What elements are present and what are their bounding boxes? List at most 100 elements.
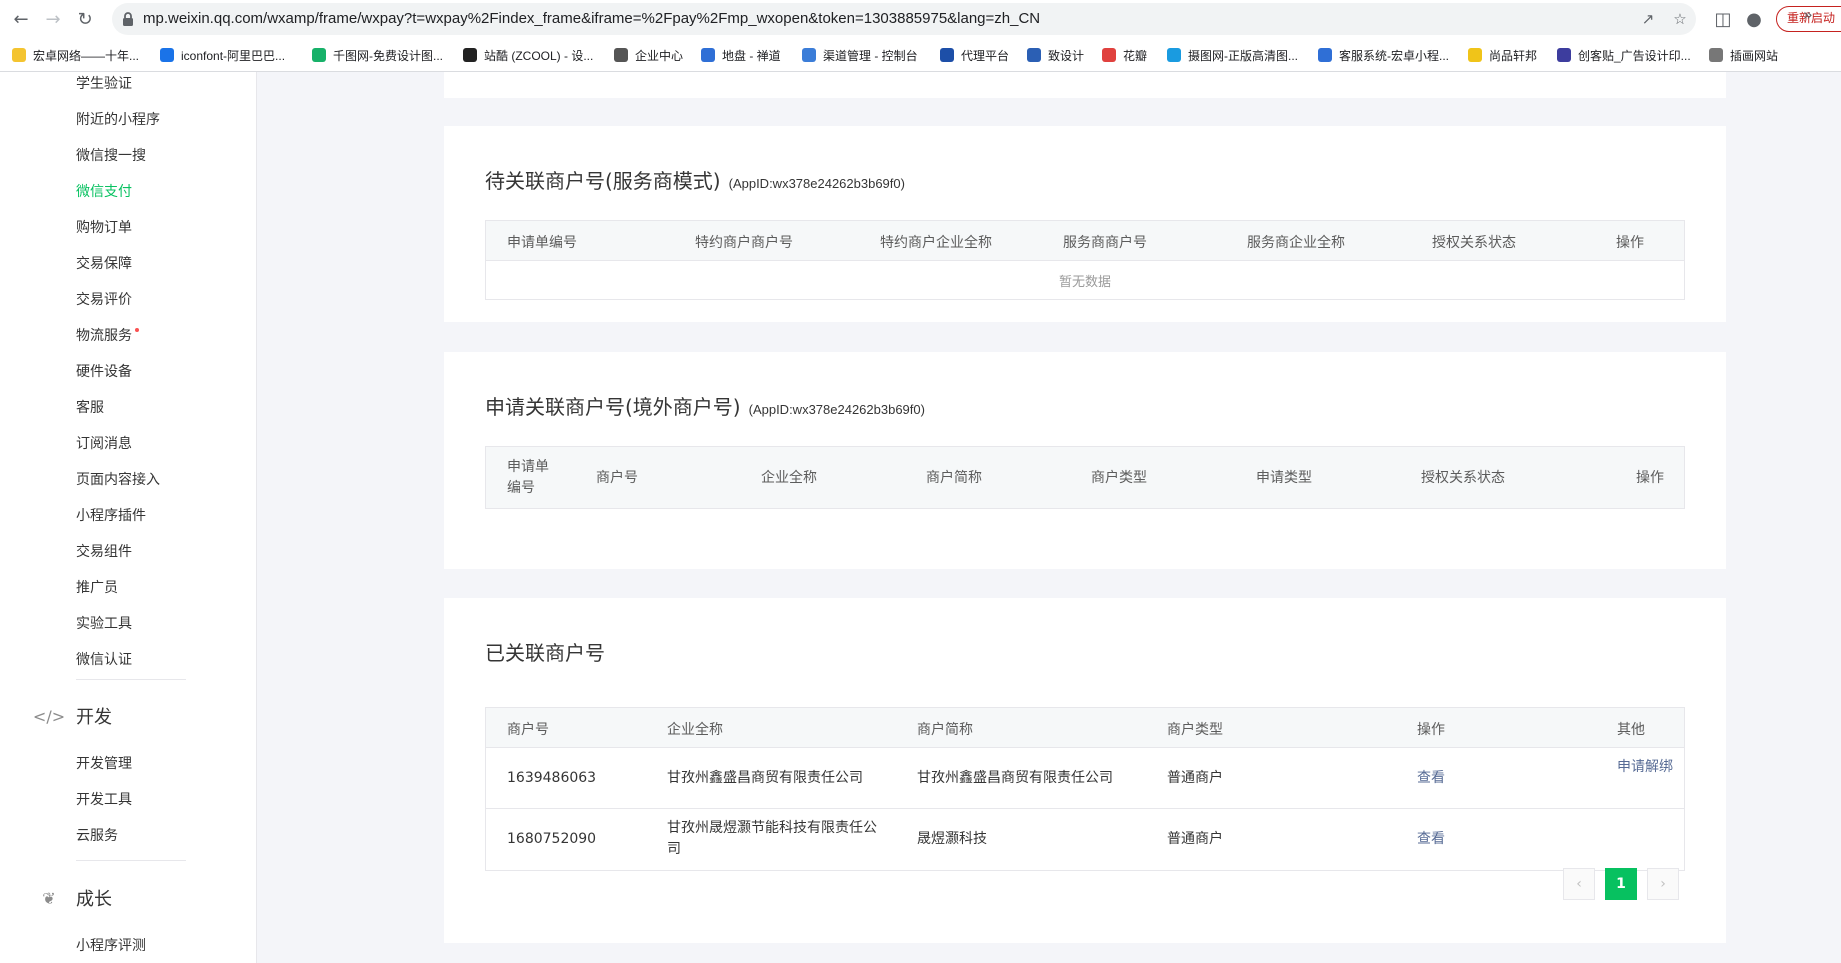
sidebar-item[interactable]: 微信搜一搜 [76,145,146,165]
table-header: 商户号 企业全称 商户简称 商户类型 操作 其他 [486,708,1684,748]
prev-page-button[interactable]: ‹ [1563,868,1595,900]
sidebar-item[interactable]: 客服 [76,397,104,417]
bookmark-item[interactable]: 致设计 [1027,47,1084,63]
overseas-panel: 申请关联商户号(境外商户号) (AppID:wx378e24262b3b69f0… [444,352,1726,569]
bookmark-item[interactable]: 花瓣 [1102,47,1147,63]
view-link[interactable]: 查看 [1417,829,1517,850]
column-header: 操作 [1636,470,1664,486]
sidebar-item-label: 学生验证 [76,76,132,92]
bookmark-favicon-icon [1318,48,1332,62]
bookmark-label: 尚品轩邦 [1489,48,1538,63]
star-icon[interactable]: ☆ [1672,11,1688,27]
bookmark-item[interactable]: 宏卓网络——十年... [12,47,139,63]
bookmark-favicon-icon [312,48,326,62]
bookmark-item[interactable]: 尚品轩邦 [1468,47,1537,63]
back-icon[interactable]: ← [8,6,34,32]
column-header: 操作 [1417,722,1445,738]
bookmark-item[interactable]: 千图网-免费设计图... [312,47,443,63]
sidebar-item-label: 购物订单 [76,220,132,236]
divider [76,860,186,861]
column-header: 其他 [1617,722,1645,738]
bookmark-favicon-icon [160,48,174,62]
sidebar-item[interactable]: 交易保障 [76,253,132,273]
bookmark-label: 宏卓网络——十年... [33,48,140,63]
column-header: 申请单编号 [507,235,577,251]
column-header: 服务商企业全称 [1247,235,1345,251]
sidebar-item[interactable]: 硬件设备 [76,361,132,381]
sidebar-item-label: 小程序插件 [76,508,146,524]
column-header: 授权关系状态 [1432,235,1516,251]
sidebar-item[interactable]: 页面内容接入 [76,469,160,489]
merchant-id-cell: 1680752090 [507,831,597,847]
sidebar-item[interactable]: 推广员 [76,577,118,597]
sidepanel-icon[interactable]: ◫ [1710,6,1736,32]
service-table: 申请单编号 特约商户商户号 特约商户企业全称 服务商商户号 服务商企业全称 授权关系状态 操… [485,220,1685,300]
sidebar-item-label: 微信认证 [76,652,132,668]
next-page-button[interactable]: › [1647,868,1679,900]
table-body: 1639486063 甘孜州鑫盛昌商贸有限责任公司 甘孜州鑫盛昌商贸有限责任公司 普通… [486,748,1684,870]
sidebar-item[interactable]: 实验工具 [76,613,132,633]
bookmark-favicon-icon [1167,48,1181,62]
sidebar-item[interactable]: 云服务 [76,825,118,845]
bookmark-favicon-icon [1027,48,1041,62]
bookmark-item[interactable]: 企业中心 [614,47,683,63]
service-mode-panel: 待关联商户号(服务商模式) (AppID:wx378e24262b3b69f0)… [444,126,1726,322]
panel-title: 申请关联商户号(境外商户号) (AppID:wx378e24262b3b69f0… [485,391,925,420]
sidebar-item[interactable]: 交易组件 [76,541,132,561]
sidebar-item[interactable]: 微信支付 [76,181,132,201]
sidebar-item[interactable]: 小程序插件 [76,505,146,525]
bookmark-label: 创客贴_广告设计印... [1578,48,1691,63]
bookmark-item[interactable]: 客服系统-宏卓小程... [1318,47,1449,63]
bookmarks-overflow-icon[interactable]: » [1803,5,1813,24]
overseas-table: 申请单编号 商户号 企业全称 商户简称 商户类型 申请类型 授权关系状态 操作 [485,446,1685,509]
bookmark-item[interactable]: 地盘 - 禅道 [701,47,781,63]
sidebar-item[interactable]: 物流服务 [76,325,139,345]
bookmark-label: 千图网-免费设计图... [333,48,443,63]
nav-group-growth[interactable]: ❦ 成长 [38,885,112,911]
nav-group-label: 成长 [76,889,112,910]
sidebar-item[interactable]: 小程序评测 [76,935,146,955]
sidebar-item[interactable]: 交易评价 [76,289,132,309]
reload-icon[interactable]: ↻ [72,6,98,32]
table-row: 1639486063 甘孜州鑫盛昌商贸有限责任公司 甘孜州鑫盛昌商贸有限责任公司 普通… [486,748,1684,809]
divider [76,679,186,680]
page-1-button[interactable]: 1 [1605,868,1637,900]
column-header: 申请单编号 [507,459,549,496]
bookmark-item[interactable]: 站酷 (ZCOOL) - 设... [463,47,593,63]
bookmark-item[interactable]: 插画网站 [1709,47,1778,63]
view-link[interactable]: 查看 [1417,768,1517,789]
table-header: 申请单编号 商户号 企业全称 商户简称 商户类型 申请类型 授权关系状态 操作 [486,447,1684,508]
linked-panel: 已关联商户号 商户号 企业全称 商户简称 商户类型 操作 其他 1639486063 甘孜州… [444,598,1726,943]
sidebar-item-label: 硬件设备 [76,364,132,380]
bookmark-item[interactable]: iconfont-阿里巴巴... [160,47,285,63]
sidebar-item[interactable]: 购物订单 [76,217,132,237]
sidebar-item[interactable]: 订阅消息 [76,433,132,453]
bookmark-item[interactable]: 创客贴_广告设计印... [1557,47,1691,63]
omnibox[interactable]: mp.weixin.qq.com/wxamp/frame/wxpay?t=wxp… [112,3,1696,35]
sidebar-item[interactable]: 附近的小程序 [76,109,160,129]
sidebar-item[interactable]: 开发工具 [76,789,132,809]
empty-text: 暂无数据 [1058,275,1111,290]
bookmark-item[interactable]: 渠道管理 - 控制台 [802,47,918,63]
bookmark-item[interactable]: 摄图网-正版高清图... [1167,47,1298,63]
bookmark-label: 花瓣 [1123,48,1148,63]
bookmark-label: 致设计 [1048,48,1085,63]
bookmark-label: iconfont-阿里巴巴... [181,48,286,63]
sidebar-item[interactable]: 开发管理 [76,753,132,773]
bookmark-item[interactable]: 代理平台 [940,47,1009,63]
nav-group-dev[interactable]: </> 开发 [33,703,112,729]
lock-icon[interactable] [121,11,135,27]
sidebar-item-label: 实验工具 [76,616,132,632]
unbind-link[interactable]: 申请解绑 [1617,757,1677,778]
url-text[interactable]: mp.weixin.qq.com/wxamp/frame/wxpay?t=wxp… [143,3,1040,35]
forward-icon[interactable]: → [40,6,66,32]
profile-icon[interactable]: ● [1741,6,1767,32]
short-name-cell: 晟煜灏科技 [917,831,987,847]
sidebar-item[interactable]: 学生验证 [76,73,132,93]
share-icon[interactable]: ↗ [1640,11,1656,27]
column-header: 企业全称 [667,722,723,738]
column-header: 商户号 [596,470,638,486]
sidebar-item[interactable]: 微信认证 [76,649,132,669]
panel-title: 已关联商户号 [485,637,605,666]
merchant-type-cell: 普通商户 [1167,770,1223,786]
